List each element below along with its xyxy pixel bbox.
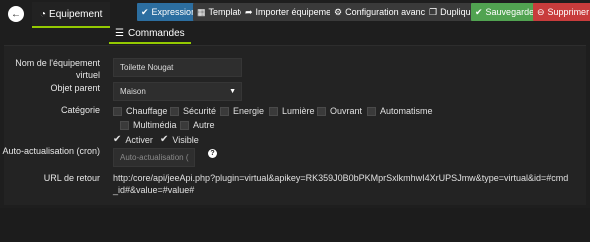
check-icon: ✔ bbox=[113, 134, 122, 145]
cron-label: Auto-actualisation (cron) bbox=[2, 146, 100, 156]
copy-icon: ❐ bbox=[429, 6, 438, 17]
checkbox[interactable] bbox=[113, 106, 122, 116]
checkbox[interactable] bbox=[220, 106, 229, 116]
top-toolbar: ← ◔ Equipement ✔ Expression ▦ Template ➦… bbox=[0, 0, 590, 28]
activate-checkbox[interactable]: ✔ Activer bbox=[113, 134, 153, 145]
return-url-label: URL de retour bbox=[43, 173, 100, 183]
return-url-value: http:/core/api/jeeApi.php?plugin=virtual… bbox=[113, 173, 569, 195]
minus-circle-icon: ⊖ bbox=[537, 6, 545, 17]
checkbox[interactable] bbox=[317, 106, 326, 116]
save-button[interactable]: ✔ Sauvegarder bbox=[471, 3, 542, 21]
tab-commandes[interactable]: ☰ Commandes bbox=[109, 24, 191, 44]
cogs-icon: ⚙ bbox=[334, 6, 343, 17]
checkbox[interactable] bbox=[170, 106, 179, 116]
delete-button[interactable]: ⊖ Supprimer bbox=[533, 3, 590, 21]
back-arrow-icon[interactable]: ← bbox=[8, 6, 24, 22]
checkbox[interactable] bbox=[180, 120, 189, 130]
cubes-icon: ▦ bbox=[197, 6, 206, 17]
parent-select[interactable]: Maison ▼ bbox=[113, 82, 242, 101]
category-ouvrant[interactable]: Ouvrant bbox=[317, 106, 362, 116]
cron-input[interactable]: Auto-actualisation ( bbox=[113, 148, 195, 167]
check-circle-icon: ✔ bbox=[475, 6, 483, 17]
category-multimedia[interactable]: Multimédia bbox=[120, 120, 177, 130]
category-securite[interactable]: Sécurité bbox=[170, 106, 216, 116]
category-chauffage[interactable]: Chauffage bbox=[113, 106, 167, 116]
visible-checkbox[interactable]: ✔ Visible bbox=[160, 134, 199, 145]
parent-label: Objet parent bbox=[50, 83, 100, 93]
name-label: Nom de l'équipement virtuel bbox=[15, 58, 100, 80]
category-autre[interactable]: Autre bbox=[180, 120, 215, 130]
tab-equipement-label: Equipement bbox=[49, 8, 103, 20]
import-button[interactable]: ➦ Importer équipement bbox=[241, 3, 343, 21]
share-icon: ➦ bbox=[245, 6, 253, 17]
check-icon: ✔ bbox=[141, 6, 149, 17]
category-lumiere[interactable]: Lumière bbox=[269, 106, 315, 116]
category-energie[interactable]: Energie bbox=[220, 106, 264, 116]
advanced-config-button[interactable]: ⚙ Configuration avancée bbox=[330, 3, 440, 21]
category-label: Catégorie bbox=[60, 105, 100, 115]
check-icon: ✔ bbox=[160, 134, 169, 145]
category-automatisme[interactable]: Automatisme bbox=[367, 106, 433, 116]
list-icon: ☰ bbox=[115, 27, 124, 39]
name-input[interactable]: Toilette Nougat bbox=[113, 58, 242, 77]
question-circle-icon[interactable]: ? bbox=[208, 149, 217, 158]
caret-down-icon: ▼ bbox=[229, 88, 236, 95]
checkbox[interactable] bbox=[269, 106, 278, 116]
checkbox[interactable] bbox=[120, 120, 129, 130]
checkbox[interactable] bbox=[367, 106, 376, 116]
expression-button[interactable]: ✔ Expression bbox=[137, 3, 201, 21]
bottom-area bbox=[0, 208, 590, 242]
dashboard-icon: ◔ bbox=[40, 8, 47, 20]
tab-equipement[interactable]: ◔ Equipement bbox=[32, 2, 111, 28]
